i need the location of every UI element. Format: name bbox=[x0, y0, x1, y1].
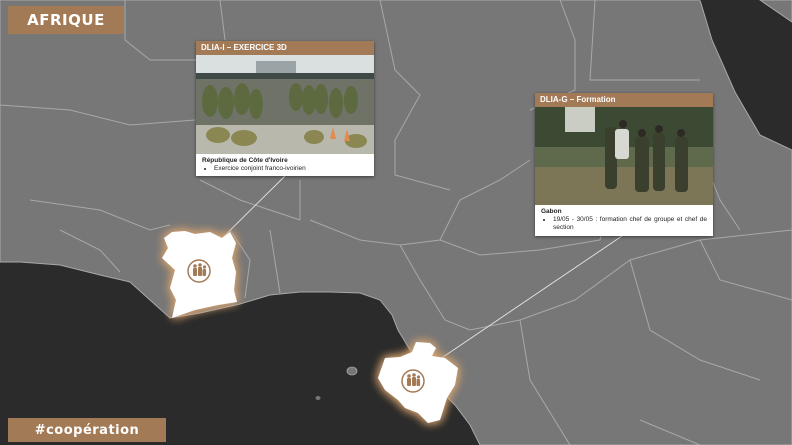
mission-country: République de Côte d'Ivoire bbox=[202, 157, 288, 164]
mission-detail: 19/05 - 30/05 : formation chef de groupe… bbox=[553, 216, 707, 232]
sao-tome-island bbox=[315, 396, 321, 400]
mission-detail: Exercice conjoint franco-ivoirien bbox=[214, 165, 368, 173]
mission-card-cote-divoire: DLIA-I – EXERCICE 3D République de Côte … bbox=[196, 41, 374, 176]
mission-card-title: DLIA-I – EXERCICE 3D bbox=[196, 41, 374, 55]
mission-card-gabon: DLIA-G – Formation Gabon 19/05 - 30/05 :… bbox=[535, 93, 713, 236]
region-title-banner: AFRIQUE bbox=[8, 6, 124, 34]
mission-country: Gabon bbox=[541, 208, 562, 215]
mission-card-title: DLIA-G – Formation bbox=[535, 93, 713, 107]
hashtag-banner: #coopération bbox=[8, 418, 166, 442]
soldiers-training-photo bbox=[535, 107, 713, 205]
soldiers-group-icon bbox=[401, 369, 425, 393]
soldiers-group-icon bbox=[187, 259, 211, 283]
bioko-island bbox=[346, 366, 358, 376]
soldiers-with-parachutes-photo bbox=[196, 55, 374, 154]
